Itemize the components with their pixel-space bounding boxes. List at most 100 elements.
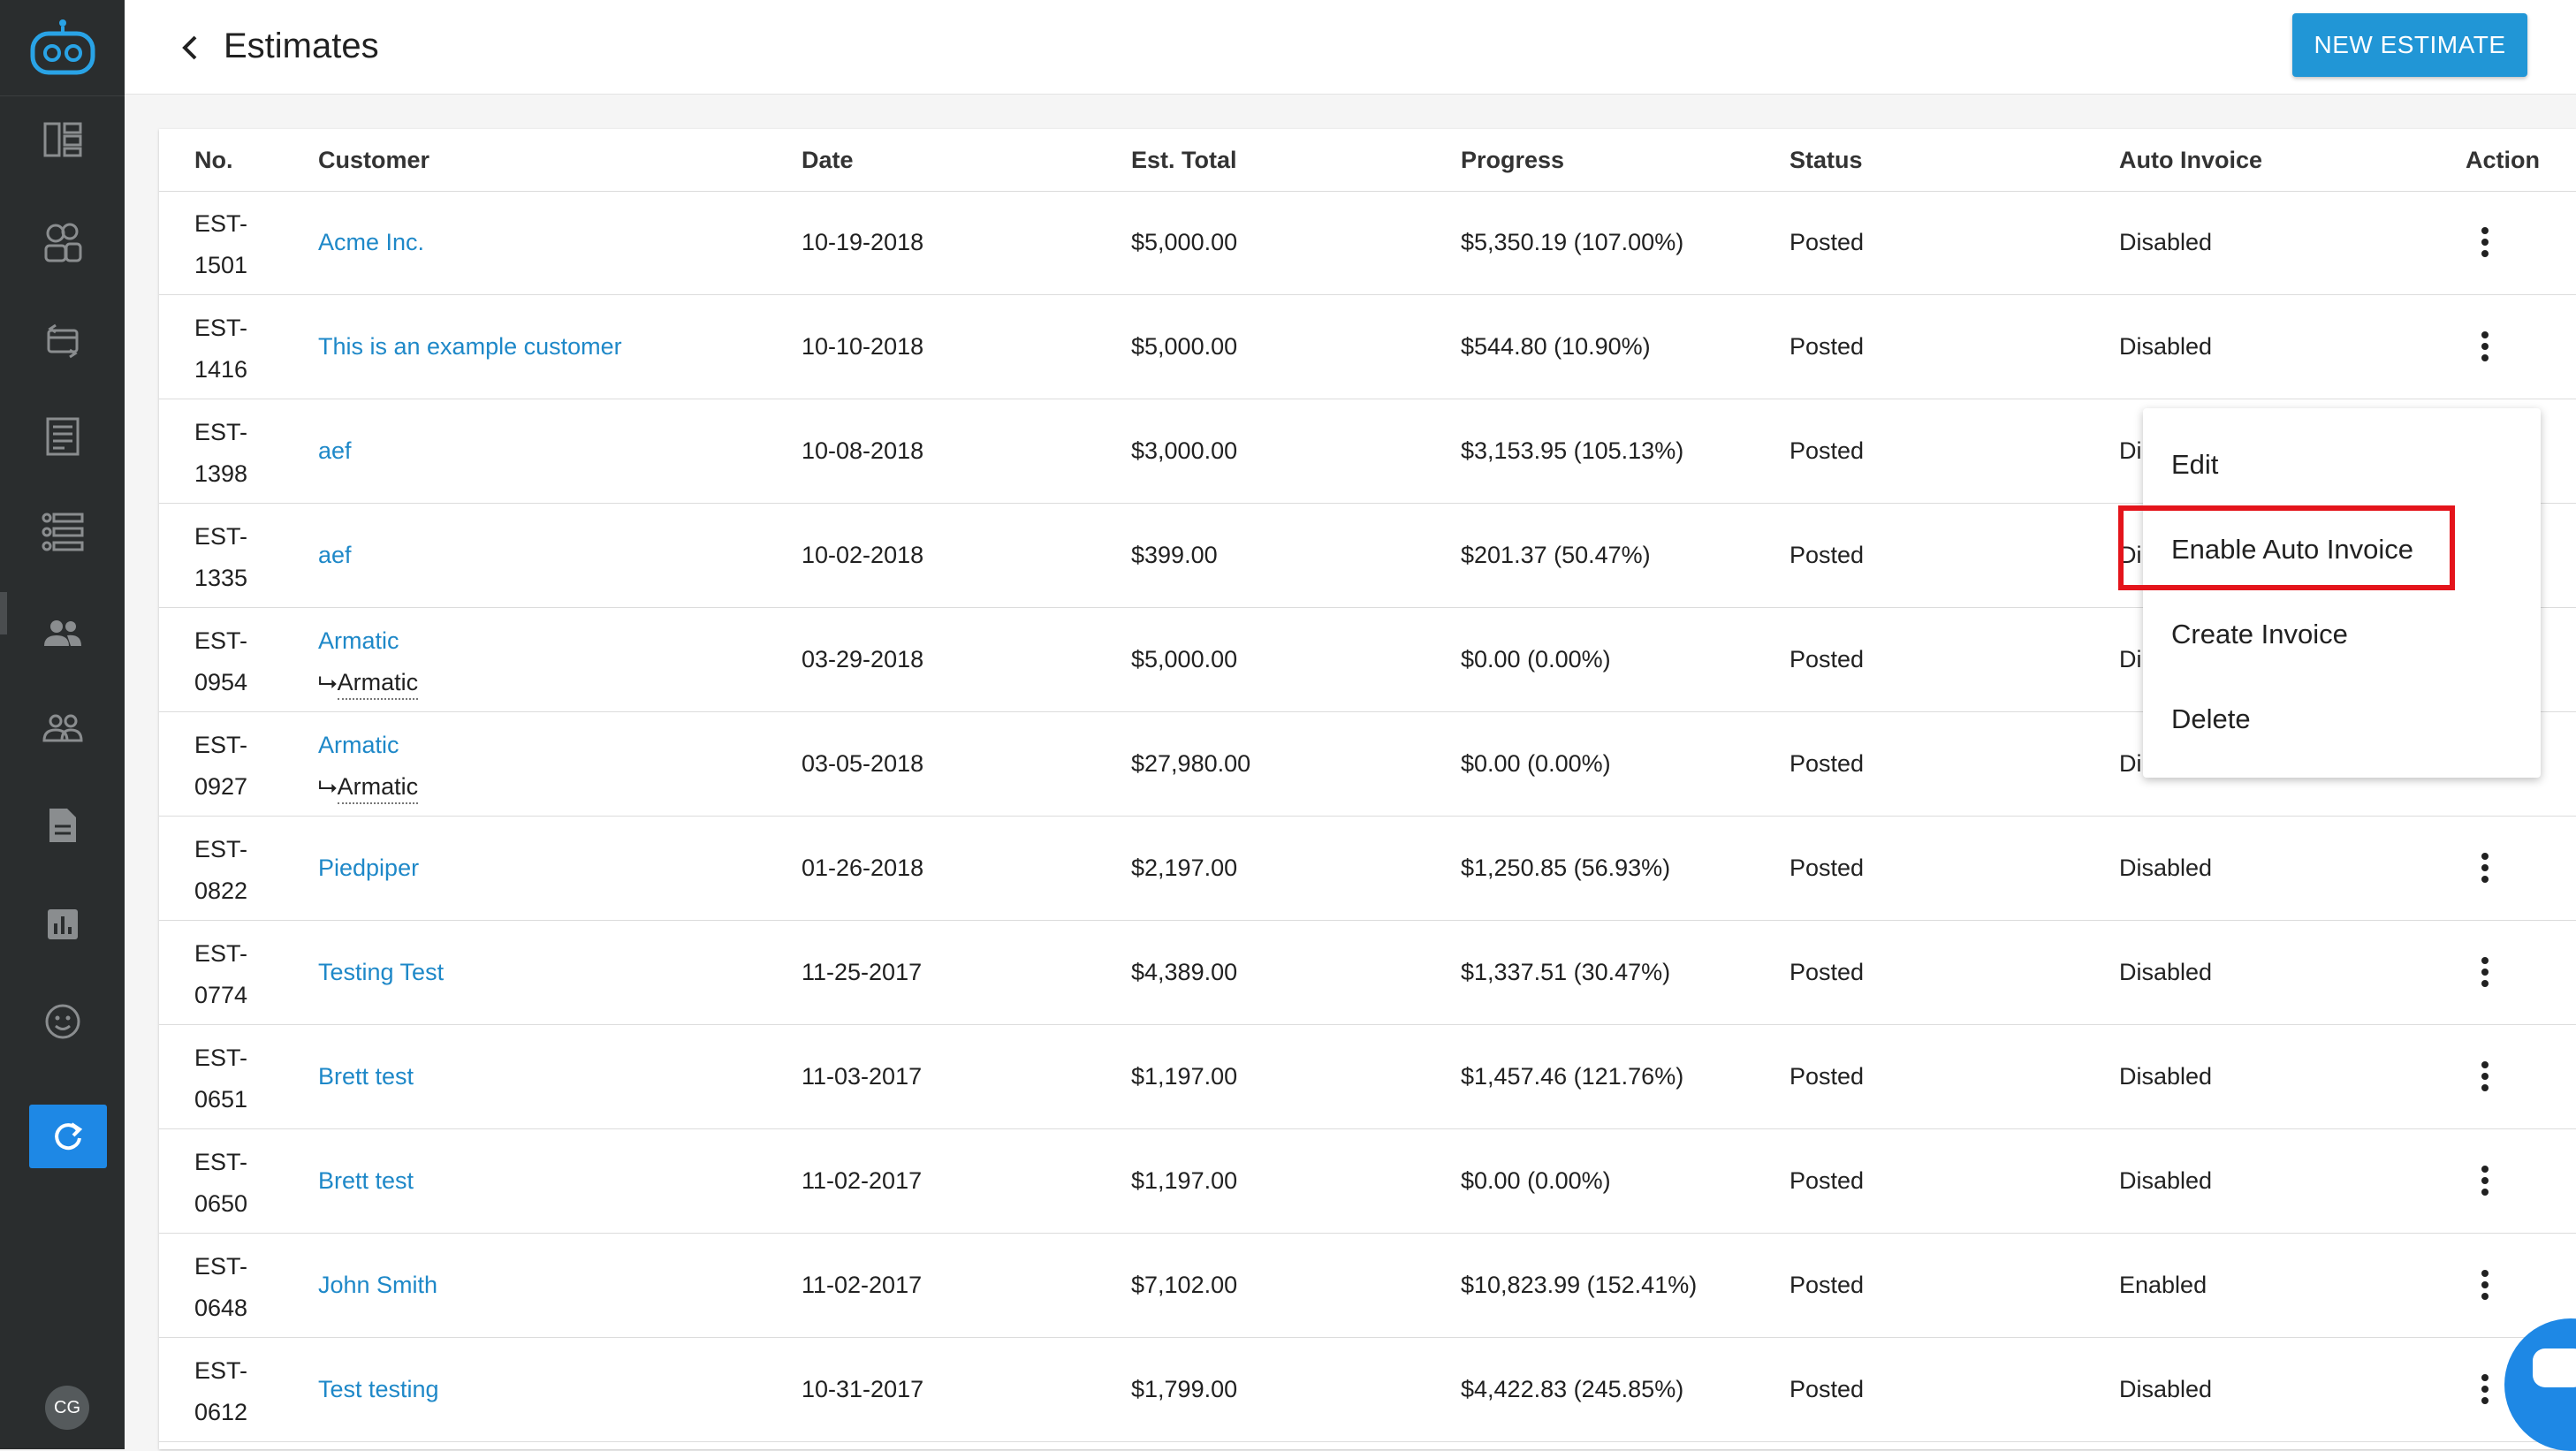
estimate-number: EST- 0650 xyxy=(194,1142,247,1225)
estimate-number-value: 0774 xyxy=(194,982,248,1008)
status-cell: Posted xyxy=(1790,646,1865,672)
table-row[interactable]: EST- 1501 Acme Inc. 10-19-2018 $5,000.00 $5,3… xyxy=(159,191,2576,295)
sub-customer-label[interactable]: Armatic xyxy=(337,666,419,700)
page-title: Estimates xyxy=(224,27,379,65)
estimate-number-prefix: EST- xyxy=(194,419,248,445)
est-total-cell: $399.00 xyxy=(1131,542,1218,568)
customer-link[interactable]: Acme Inc. xyxy=(318,191,424,294)
estimate-number-value: 0648 xyxy=(194,1295,248,1321)
row-actions-button[interactable] xyxy=(2467,1267,2503,1303)
reports-icon[interactable] xyxy=(0,889,125,960)
customer-link[interactable]: aef xyxy=(318,504,352,607)
transactions-icon[interactable] xyxy=(0,306,125,376)
date-cell: 11-03-2017 xyxy=(802,1063,923,1090)
est-total-cell: $5,000.00 xyxy=(1131,333,1238,360)
back-button[interactable] xyxy=(169,27,211,69)
customer-link[interactable]: Piedpiper xyxy=(318,817,419,920)
table-row[interactable]: EST- 0774 Testing Test 11-25-2017 $4,389.00 $… xyxy=(159,921,2576,1025)
user-avatar[interactable]: CG xyxy=(45,1386,89,1430)
estimate-number-value: 0651 xyxy=(194,1086,248,1113)
row-actions-button[interactable] xyxy=(2467,329,2503,364)
customers-icon[interactable] xyxy=(0,207,125,277)
sub-customer-label[interactable]: Armatic xyxy=(337,771,419,804)
est-total-cell: $3,000.00 xyxy=(1131,437,1238,464)
date-cell: 10-10-2018 xyxy=(802,333,924,360)
column-header-progress: Progress xyxy=(1461,147,1565,173)
table-row[interactable]: EST- 1416 This is an example customer 10-10… xyxy=(159,295,2576,399)
column-header-date: Date xyxy=(802,147,854,173)
customer-link[interactable]: Test testing xyxy=(318,1338,439,1441)
menu-item-create-invoice[interactable]: Create Invoice xyxy=(2171,617,2348,652)
table-row[interactable]: EST- 0651 Brett test 11-03-2017 $1,197.00 $1,… xyxy=(159,1025,2576,1129)
column-header-no: No. xyxy=(194,147,233,173)
estimate-number-value: 1335 xyxy=(194,565,248,591)
menu-item-edit[interactable]: Edit xyxy=(2171,447,2218,482)
more-vertical-icon xyxy=(2481,227,2489,257)
table-row[interactable]: EST- 0612 Test testing 10-31-2017 $1,799.00 $… xyxy=(159,1338,2576,1442)
invoices-icon[interactable] xyxy=(0,401,125,472)
menu-item-delete[interactable]: Delete xyxy=(2171,702,2251,737)
progress-cell: $0.00 (0.00%) xyxy=(1461,646,1611,672)
customer-link[interactable]: John Smith xyxy=(318,1234,437,1337)
progress-cell: $1,250.85 (56.93%) xyxy=(1461,855,1671,881)
estimate-number-value: 0927 xyxy=(194,773,248,800)
team-icon[interactable] xyxy=(0,693,125,763)
status-cell: Posted xyxy=(1790,229,1865,255)
est-total-cell: $27,980.00 xyxy=(1131,750,1251,777)
table-row[interactable]: EST- 0648 John Smith 11-02-2017 $7,102.00 $10… xyxy=(159,1234,2576,1338)
estimate-number-value: 0612 xyxy=(194,1399,248,1425)
dashboard-icon[interactable] xyxy=(0,104,125,175)
status-cell: Posted xyxy=(1790,1272,1865,1298)
customer-link[interactable]: Brett test xyxy=(318,1129,414,1233)
new-estimate-button[interactable]: NEW ESTIMATE xyxy=(2292,13,2527,77)
estimate-number: EST- 1416 xyxy=(194,308,247,391)
date-cell: 03-05-2018 xyxy=(802,750,924,777)
refresh-button[interactable] xyxy=(29,1105,107,1168)
status-cell: Posted xyxy=(1790,542,1865,568)
estimate-number-prefix: EST- xyxy=(194,210,248,237)
table-row[interactable]: EST- 0650 Brett test 11-02-2017 $1,197.00 $0.… xyxy=(159,1129,2576,1234)
column-header-customer: Customer xyxy=(318,147,430,173)
estimate-number: EST- 1335 xyxy=(194,516,247,599)
estimate-number: EST- 0612 xyxy=(194,1350,247,1433)
robot-logo-icon[interactable] xyxy=(0,0,125,96)
list-icon[interactable] xyxy=(0,497,125,567)
progress-cell: $544.80 (10.90%) xyxy=(1461,333,1651,360)
smiley-icon[interactable] xyxy=(0,986,125,1057)
customer-link[interactable]: Testing Test xyxy=(318,921,444,1024)
customer-link[interactable]: Armatic xyxy=(318,725,418,766)
row-actions-button[interactable] xyxy=(2467,1163,2503,1198)
status-cell: Posted xyxy=(1790,750,1865,777)
date-cell: 03-29-2018 xyxy=(802,646,924,672)
contacts-icon[interactable] xyxy=(0,597,125,668)
column-header-status: Status xyxy=(1790,147,1863,173)
date-cell: 10-08-2018 xyxy=(802,437,924,464)
customer-link[interactable]: aef xyxy=(318,399,352,503)
date-cell: 11-02-2017 xyxy=(802,1167,923,1194)
estimate-number-value: 0954 xyxy=(194,669,248,695)
est-total-cell: $2,197.00 xyxy=(1131,855,1238,881)
auto-invoice-cell: Di xyxy=(2119,750,2142,777)
estimate-number-prefix: EST- xyxy=(194,1045,248,1071)
customer-link[interactable]: This is an example customer xyxy=(318,295,622,399)
row-actions-button[interactable] xyxy=(2467,224,2503,260)
sub-arrow-icon: ⮡ xyxy=(318,669,338,695)
est-total-cell: $1,197.00 xyxy=(1131,1167,1238,1194)
estimate-number: EST- 1501 xyxy=(194,203,247,286)
row-actions-button[interactable] xyxy=(2467,1371,2503,1407)
customer-link[interactable]: Armatic xyxy=(318,620,418,662)
estimate-number-prefix: EST- xyxy=(194,1357,248,1384)
auto-invoice-cell: Disabled xyxy=(2119,1063,2213,1090)
sub-customer: ⮡Armatic xyxy=(318,766,419,808)
document-icon[interactable] xyxy=(0,790,125,861)
auto-invoice-cell: Di xyxy=(2119,646,2142,672)
status-cell: Posted xyxy=(1790,333,1865,360)
row-actions-button[interactable] xyxy=(2467,1059,2503,1094)
status-cell: Posted xyxy=(1790,1167,1865,1194)
est-total-cell: $1,197.00 xyxy=(1131,1063,1238,1090)
customer-link[interactable]: Brett test xyxy=(318,1025,414,1128)
more-vertical-icon xyxy=(2481,1374,2489,1404)
row-actions-button[interactable] xyxy=(2467,850,2503,885)
table-row[interactable]: EST- 0822 Piedpiper 01-26-2018 $2,197.00 $1,2… xyxy=(159,817,2576,921)
row-actions-button[interactable] xyxy=(2467,954,2503,990)
